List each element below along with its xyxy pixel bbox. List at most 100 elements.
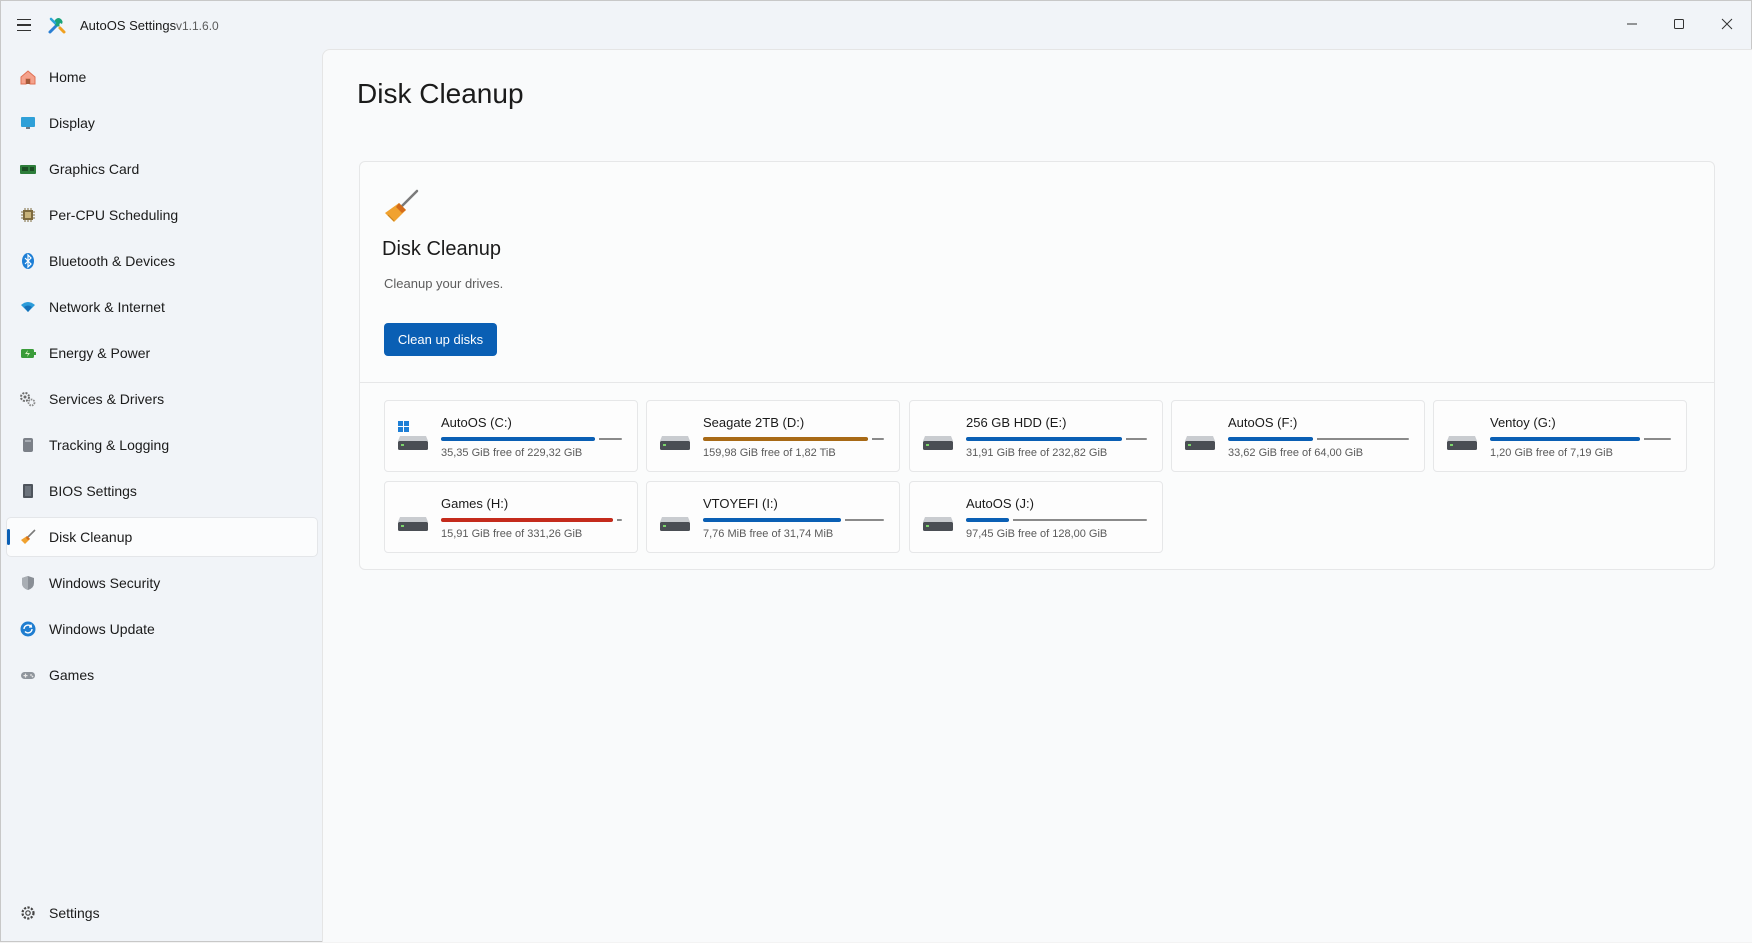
drive-tile[interactable]: Ventoy (G:) 1,20 GiB free of 7,19 GiB	[1433, 400, 1687, 472]
drive-name: VTOYEFI (I:)	[703, 496, 778, 511]
drive-tile[interactable]: Games (H:) 15,91 GiB free of 331,26 GiB	[384, 481, 638, 553]
main-content: Disk Cleanup Disk Cleanup Cleanup your d…	[322, 49, 1752, 942]
gear-icon	[19, 904, 37, 922]
sidebar-item-settings[interactable]: Settings	[7, 894, 317, 932]
hard-drive-icon	[923, 436, 953, 450]
drive-free-space: 159,98 GiB free of 1,82 TiB	[703, 447, 836, 459]
sidebar-item-bios-settings[interactable]: BIOS Settings	[7, 472, 317, 510]
sidebar-item-label: Per-CPU Scheduling	[49, 207, 179, 223]
drive-name: Ventoy (G:)	[1490, 415, 1556, 430]
hard-drive-icon	[923, 517, 953, 531]
drive-free-space: 15,91 GiB free of 331,26 GiB	[441, 528, 583, 540]
clean-up-disks-button[interactable]: Clean up disks	[384, 323, 497, 356]
sidebar-item-label: Windows Update	[49, 621, 155, 637]
app-window: AutoOS Settings v1.1.6.0 Home Display Gr…	[0, 0, 1752, 942]
sidebar-item-label: Home	[49, 69, 87, 85]
drive-tile[interactable]: AutoOS (C:) 35,35 GiB free of 229,32 GiB	[384, 400, 638, 472]
sidebar-item-disk-cleanup[interactable]: Disk Cleanup	[7, 518, 317, 556]
shield-icon	[19, 574, 37, 592]
app-logo-icon	[48, 17, 66, 34]
title-bar[interactable]: AutoOS Settings v1.1.6.0	[1, 1, 1751, 49]
maximize-button[interactable]	[1656, 1, 1702, 47]
drive-usage-bar	[441, 518, 622, 522]
gamepad-icon	[19, 666, 37, 684]
drive-name: Seagate 2TB (D:)	[703, 415, 805, 430]
broom-icon	[385, 189, 419, 222]
sidebar-item-label: Disk Cleanup	[49, 529, 133, 545]
drive-usage-bar	[966, 437, 1147, 441]
system-drive-icon	[398, 421, 428, 450]
hard-drive-icon	[398, 517, 428, 531]
sidebar-item-services-drivers[interactable]: Services & Drivers	[7, 380, 317, 418]
sidebar-item-label: Network & Internet	[49, 299, 165, 315]
card-divider	[360, 382, 1714, 383]
broom-icon	[19, 528, 37, 546]
display-icon	[19, 114, 37, 132]
sidebar-item-games[interactable]: Games	[7, 656, 317, 694]
drive-name: AutoOS (C:)	[441, 415, 512, 430]
sidebar-item-windows-update[interactable]: Windows Update	[7, 610, 317, 648]
drive-usage-bar	[1490, 437, 1671, 441]
sidebar-item-graphics-card[interactable]: Graphics Card	[7, 150, 317, 188]
sidebar-item-label: Windows Security	[49, 575, 161, 591]
minimize-button[interactable]	[1609, 1, 1655, 47]
page-title: Disk Cleanup	[357, 78, 524, 109]
battery-icon	[19, 344, 37, 362]
sidebar-item-display[interactable]: Display	[7, 104, 317, 142]
sidebar-nav: Home Display Graphics Card Per-CPU Sched…	[1, 49, 321, 943]
app-version: v1.1.6.0	[176, 19, 219, 33]
sidebar-item-windows-security[interactable]: Windows Security	[7, 564, 317, 602]
drive-tile[interactable]: VTOYEFI (I:) 7,76 MiB free of 31,74 MiB	[646, 481, 900, 553]
close-button[interactable]	[1704, 1, 1750, 47]
tracking-icon	[19, 436, 37, 454]
wifi-icon	[19, 298, 37, 316]
drive-usage-bar	[1228, 437, 1409, 441]
bluetooth-icon	[19, 252, 37, 270]
sidebar-item-label: Graphics Card	[49, 161, 140, 177]
hard-drive-icon	[660, 436, 690, 450]
sidebar-item-per-cpu-scheduling[interactable]: Per-CPU Scheduling	[7, 196, 317, 234]
minimize-icon	[1627, 23, 1637, 25]
sidebar-item-label: Energy & Power	[49, 345, 151, 361]
hard-drive-icon	[1447, 436, 1477, 450]
drive-tile[interactable]: AutoOS (J:) 97,45 GiB free of 128,00 GiB	[909, 481, 1163, 553]
sidebar-item-tracking-logging[interactable]: Tracking & Logging	[7, 426, 317, 464]
drive-name: AutoOS (F:)	[1228, 415, 1298, 430]
sidebar-item-label: Bluetooth & Devices	[49, 253, 176, 269]
drive-usage-bar	[441, 437, 622, 441]
close-icon	[1721, 18, 1733, 30]
sidebar-item-home[interactable]: Home	[7, 58, 317, 96]
drive-free-space: 1,20 GiB free of 7,19 GiB	[1490, 447, 1613, 459]
drive-tile[interactable]: Seagate 2TB (D:) 159,98 GiB free of 1,82 …	[646, 400, 900, 472]
drive-name: 256 GB HDD (E:)	[966, 415, 1067, 430]
maximize-icon	[1674, 19, 1684, 29]
drive-usage-bar	[703, 518, 884, 522]
drive-usage-bar	[966, 518, 1147, 522]
sidebar-item-label: BIOS Settings	[49, 483, 137, 499]
sidebar-item-energy-power[interactable]: Energy & Power	[7, 334, 317, 372]
gears-icon	[19, 390, 37, 408]
drive-free-space: 7,76 MiB free of 31,74 MiB	[703, 528, 834, 540]
drive-tile[interactable]: AutoOS (F:) 33,62 GiB free of 64,00 GiB	[1171, 400, 1425, 472]
drive-tile[interactable]: 256 GB HDD (E:) 31,91 GiB free of 232,82 …	[909, 400, 1163, 472]
hard-drive-icon	[1185, 436, 1215, 450]
drive-free-space: 97,45 GiB free of 128,00 GiB	[966, 528, 1108, 540]
drive-name: AutoOS (J:)	[966, 496, 1034, 511]
disk-cleanup-card: Disk Cleanup Cleanup your drives. Clean …	[359, 161, 1715, 570]
card-title: Disk Cleanup	[382, 238, 501, 260]
cpu-icon	[19, 206, 37, 224]
sidebar-item-label: Display	[49, 115, 95, 131]
drive-usage-bar	[703, 437, 884, 441]
sidebar-item-label: Settings	[49, 905, 100, 921]
sidebar-item-label: Games	[49, 667, 95, 683]
app-title: AutoOS Settings	[80, 18, 177, 33]
hamburger-menu-icon[interactable]	[13, 15, 35, 35]
drive-name: Games (H:)	[441, 496, 509, 511]
drive-free-space: 35,35 GiB free of 229,32 GiB	[441, 447, 583, 459]
graphics-card-icon	[19, 160, 37, 178]
hard-drive-icon	[660, 517, 690, 531]
sidebar-item-bluetooth-devices[interactable]: Bluetooth & Devices	[7, 242, 317, 280]
home-icon	[19, 68, 37, 86]
sidebar-item-network-internet[interactable]: Network & Internet	[7, 288, 317, 326]
drive-free-space: 31,91 GiB free of 232,82 GiB	[966, 447, 1108, 459]
